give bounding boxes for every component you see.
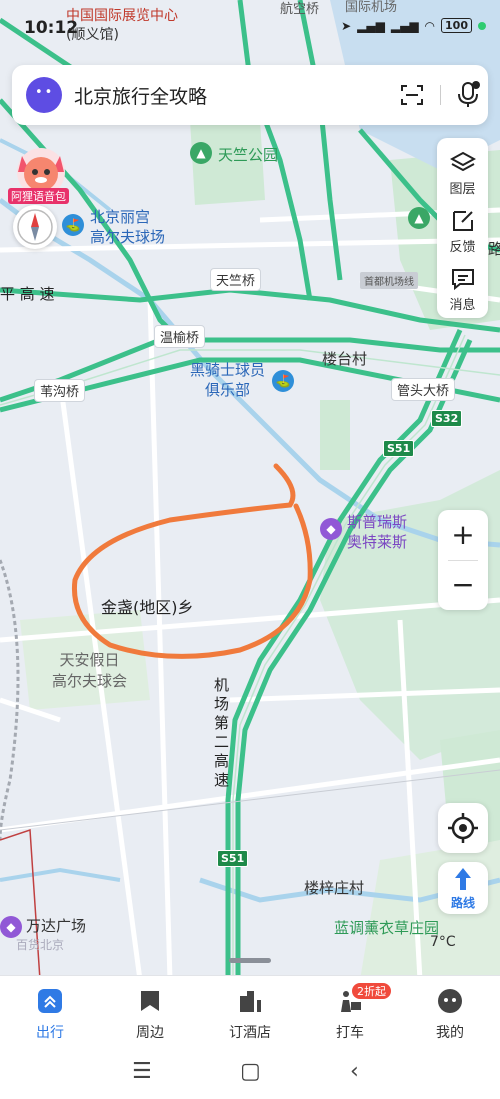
guantou-bridge-label[interactable]: 管头大桥 <box>391 378 456 401</box>
weigou-bridge-label[interactable]: 苇沟桥 <box>34 379 86 402</box>
nav-me[interactable]: 我的 <box>415 988 485 1042</box>
bottom-nav: 出行 周边 订酒店 打车 我的 <box>0 975 500 1045</box>
feedback-button[interactable]: 反馈 <box>437 200 488 258</box>
golf-club-2-name-1: 天安假日 <box>59 651 120 669</box>
expo-label: 中国国际展览中心 <box>66 8 178 24</box>
nav-nearby[interactable]: 周边 <box>115 988 185 1042</box>
crosshair-icon <box>448 813 478 843</box>
louzizhuang-village-label[interactable]: 楼梓庄村 <box>304 877 364 898</box>
route-button[interactable]: 路线 <box>438 862 488 914</box>
airport-highway-label: 机场第二高速 <box>214 676 230 789</box>
club-label[interactable]: 黑骑士球员 俱乐部 <box>190 360 265 400</box>
layers-label: 图层 <box>449 182 476 197</box>
park-icon[interactable]: ▲ <box>190 142 212 164</box>
club-name-1: 黑骑士球员 <box>190 361 266 379</box>
nav-me-label: 我的 <box>436 1025 464 1041</box>
loutai-village-label[interactable]: 楼台村 <box>322 348 367 369</box>
feedback-label: 反馈 <box>449 240 476 255</box>
hangkong-bridge-label: 航空桥 <box>280 2 320 17</box>
map-tools-panel: 图层 反馈 消息 <box>437 138 488 318</box>
status-bar: 中国国际展览中心 (顺义馆) 航空桥 国际机场 10:12 ➤ ▂▄▆ ▂▄▆ … <box>0 0 500 58</box>
tianzhu-bridge-label[interactable]: 天竺桥 <box>210 268 262 291</box>
nav-travel-label: 出行 <box>36 1025 64 1041</box>
home-icon[interactable]: ▢ <box>240 1059 261 1084</box>
search-divider <box>440 85 441 105</box>
signal-icon: ▂▄▆ <box>357 18 385 33</box>
golf-course-name-1: 北京丽宫 <box>90 208 151 226</box>
airport-line-label: 首都机场线 <box>360 272 418 289</box>
layers-button[interactable]: 图层 <box>437 142 488 200</box>
park-label[interactable]: 天竺公园 <box>218 144 278 165</box>
taxi-discount-badge: 2折起 <box>352 983 391 999</box>
status-icons: ➤ ▂▄▆ ▂▄▆ ◠ 100 <box>341 18 486 33</box>
airport-label: 国际机场 <box>345 0 398 15</box>
weather-label[interactable]: 7°C <box>430 934 456 950</box>
zoom-controls: + − <box>438 510 488 610</box>
messages-button[interactable]: 消息 <box>437 258 488 316</box>
system-nav-bar: ☰ ▢ ‹ <box>0 1045 500 1099</box>
s51-shield-top: S51 <box>383 440 415 457</box>
zoom-out-button[interactable]: − <box>438 560 488 610</box>
layers-icon <box>449 151 476 172</box>
route-arrow-icon <box>455 868 471 890</box>
bookmark-icon <box>141 991 159 1011</box>
s32-shield: S32 <box>431 410 463 427</box>
club-name-2: 俱乐部 <box>205 381 251 399</box>
jinzhan-township-label[interactable]: 金盏(地区)乡 <box>101 594 194 618</box>
golf-course-name-2: 高尔夫球场 <box>90 228 166 246</box>
club-icon[interactable]: ⛳ <box>272 370 294 392</box>
locate-me-button[interactable] <box>438 803 488 853</box>
signal-icon-2: ▂▄▆ <box>390 18 419 33</box>
microphone-icon[interactable] <box>456 81 480 109</box>
edge-right-label: 路 <box>488 240 500 258</box>
compass-icon <box>17 209 53 245</box>
nav-taxi-label: 打车 <box>336 1025 364 1041</box>
feedback-icon <box>452 211 473 231</box>
scan-icon[interactable] <box>400 83 424 107</box>
route-label: 路线 <box>450 896 475 910</box>
travel-icon <box>38 989 62 1013</box>
s51-shield-bottom: S51 <box>217 850 249 867</box>
nav-hotel[interactable]: 订酒店 <box>215 988 285 1042</box>
highway-left-label: 平 高 速 <box>0 285 55 303</box>
outlet-name-1: 斯普瑞斯 <box>347 513 408 531</box>
zoom-in-button[interactable]: + <box>438 510 488 560</box>
wifi-icon: ◠ <box>424 18 436 33</box>
golf-club-2-name-2: 高尔夫球会 <box>52 672 128 690</box>
wanda-icon[interactable]: ◆ <box>0 916 22 938</box>
wanda-label[interactable]: 万达广场 <box>26 916 86 936</box>
hotel-icon <box>240 991 261 1012</box>
wenyu-bridge-label[interactable]: 温榆桥 <box>154 325 206 348</box>
golf-icon[interactable]: ⛳ <box>62 214 84 236</box>
messages-label: 消息 <box>449 298 476 313</box>
nav-nearby-label: 周边 <box>136 1025 164 1041</box>
status-time: 10:12 <box>24 18 79 38</box>
privacy-dot-icon <box>478 21 486 30</box>
golf-course-label[interactable]: 北京丽宫 高尔夫球场 <box>90 207 165 247</box>
nav-travel[interactable]: 出行 <box>15 988 85 1042</box>
wanda-sub-label: 百货北京 <box>16 938 65 952</box>
profile-icon <box>438 989 462 1013</box>
back-icon[interactable]: ‹ <box>350 1059 359 1084</box>
search-input[interactable]: 北京旅行全攻略 <box>74 82 207 109</box>
assistant-avatar-icon[interactable] <box>26 77 62 113</box>
lavender-manor-label[interactable]: 蓝调薰衣草庄园 <box>334 917 439 938</box>
outlet-icon[interactable]: ◆ <box>320 518 342 540</box>
building-icon[interactable]: ▲ <box>408 207 430 229</box>
nav-hotel-label: 订酒店 <box>229 1025 271 1041</box>
battery-icon: 100 <box>441 18 472 33</box>
outlet-label[interactable]: 斯普瑞斯 奥特莱斯 <box>347 512 407 552</box>
voice-pack-label[interactable]: 阿狸语音包 <box>8 188 69 204</box>
compass-button[interactable] <box>13 205 57 249</box>
message-icon <box>451 269 474 291</box>
location-arrow-icon: ➤ <box>341 18 352 33</box>
menu-icon[interactable]: ☰ <box>132 1059 152 1084</box>
search-bar[interactable]: 北京旅行全攻略 <box>12 65 488 125</box>
golf-club-2-label[interactable]: 天安假日 高尔夫球会 <box>52 650 127 692</box>
sheet-drag-handle[interactable] <box>229 958 271 963</box>
outlet-name-2: 奥特莱斯 <box>347 533 408 551</box>
